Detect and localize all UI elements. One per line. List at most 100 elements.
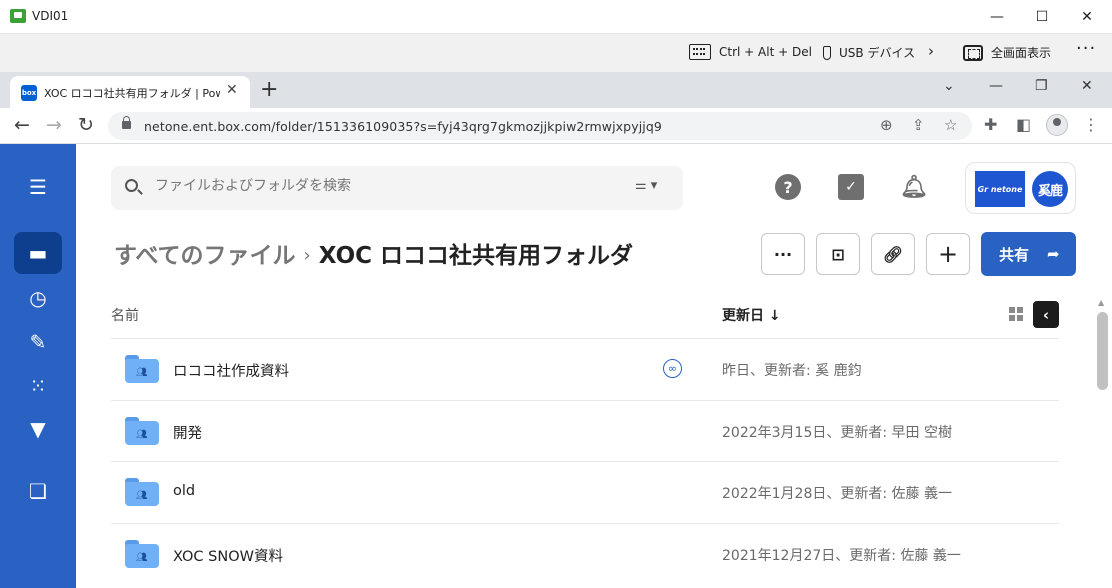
table-row[interactable]: 👥︎ 開発 2022年3月15日、更新者: 早田 空樹	[111, 400, 1059, 462]
item-name[interactable]: old	[173, 483, 195, 499]
collection-star-icon: ⊡	[831, 244, 845, 264]
tab-title: XOC ロココ社共有用フォルダ | Powe	[44, 87, 220, 100]
profile-icon[interactable]	[1046, 114, 1068, 136]
tab-search-icon[interactable]: ⌄	[943, 78, 955, 94]
trash-icon[interactable]: ▼	[14, 408, 62, 450]
search-bar[interactable]: ⚌ ▾	[111, 166, 683, 210]
item-updated: 2022年1月28日、更新者: 佐藤 義一	[722, 486, 952, 502]
more-options-icon[interactable]: ···	[1076, 38, 1096, 59]
shared-folder-icon: 👥︎	[125, 540, 159, 568]
address-bar[interactable]: netone.ent.box.com/folder/151336109035?s…	[108, 112, 972, 140]
zoom-icon[interactable]: ⊕	[880, 116, 893, 134]
sort-down-arrow-icon: ↓	[768, 308, 781, 324]
breadcrumb-all-files[interactable]: すべてのファイル	[114, 236, 295, 270]
box-favicon-icon: box	[21, 85, 37, 101]
vdi-window-title: VDI01	[32, 9, 69, 23]
vdi-app-icon	[10, 9, 26, 23]
share-page-icon[interactable]: ⇪	[912, 116, 925, 134]
share-button-label: 共有	[999, 245, 1030, 264]
side-panel-icon[interactable]: ◧	[1016, 115, 1031, 134]
item-updated: 2022年3月15日、更新者: 早田 空樹	[722, 425, 952, 441]
all-files-folder-icon[interactable]: ▬	[14, 232, 62, 274]
browser-menu-icon[interactable]: ⋮	[1083, 115, 1099, 134]
notes-icon[interactable]: ✎	[14, 321, 62, 363]
ctrl-alt-del-button[interactable]: Ctrl + Alt + Del	[689, 44, 812, 60]
column-header-updated-label: 更新日	[722, 308, 764, 324]
search-input[interactable]	[155, 178, 615, 194]
extensions-icon[interactable]: ✚	[984, 115, 997, 134]
page-title: XOC ロココ社共有用フォルダ	[318, 243, 634, 269]
search-filter-icon[interactable]: ⚌ ▾	[635, 178, 657, 193]
browser-tab-strip: box XOC ロココ社共有用フォルダ | Powe ✕ + ⌄ — ❐ ✕	[0, 72, 1112, 108]
bookmark-star-icon[interactable]: ☆	[944, 116, 957, 134]
new-button[interactable]: +	[926, 233, 970, 275]
browser-toolbar: ← → ↻ netone.ent.box.com/folder/15133610…	[0, 108, 1112, 144]
more-actions-button[interactable]: ···	[761, 233, 805, 275]
table-row[interactable]: 👥︎ old 2022年1月28日、更新者: 佐藤 義一	[111, 461, 1059, 523]
scroll-up-icon[interactable]: ▲	[1098, 298, 1104, 307]
shared-folder-icon: 👥︎	[125, 355, 159, 383]
ctrl-alt-del-label: Ctrl + Alt + Del	[719, 45, 812, 59]
shared-link-icon[interactable]: ∞	[663, 359, 682, 378]
column-header-name[interactable]: 名前	[111, 305, 139, 325]
browser-close-icon[interactable]: ✕	[1081, 78, 1093, 94]
search-icon	[125, 179, 138, 192]
close-icon[interactable]: ✕	[1064, 5, 1110, 29]
tab-close-icon[interactable]: ✕	[226, 82, 238, 98]
share-arrow-icon: ➦	[1047, 245, 1060, 263]
shared-folder-icon: 👥︎	[125, 478, 159, 506]
chevron-left-icon[interactable]: ‹	[1033, 301, 1059, 328]
forward-icon[interactable]: →	[46, 114, 62, 136]
scrollbar[interactable]: ▲	[1096, 296, 1108, 588]
item-name[interactable]: XOC SNOW資料	[173, 545, 283, 566]
box-sidebar: ☰ ▬ ◷ ✎ ⁙ ▼ ❏	[0, 144, 76, 588]
item-name[interactable]: 開発	[173, 422, 202, 443]
new-tab-icon[interactable]: +	[260, 77, 278, 102]
item-name[interactable]: ロココ社作成資料	[173, 360, 289, 381]
shared-folder-icon: 👥︎	[125, 417, 159, 445]
user-avatar[interactable]: 奚鹿	[1032, 171, 1068, 207]
vdi-toolbar: Ctrl + Alt + Del USB デバイス › 全画面表示 ···	[0, 34, 1112, 72]
fullscreen-icon	[963, 44, 983, 61]
usb-devices-button[interactable]: USB デバイス	[823, 44, 915, 61]
column-header-updated[interactable]: 更新日 ↓	[722, 305, 781, 325]
item-updated: 2021年12月27日、更新者: 佐藤 義一	[722, 548, 961, 564]
vdi-title-bar: VDI01 — ☐ ✕	[0, 0, 1112, 34]
notifications-bell-icon[interactable]: 🔔︎	[900, 174, 928, 200]
usb-icon	[823, 45, 831, 60]
back-icon[interactable]: ←	[14, 114, 30, 136]
share-button[interactable]: 共有 ➦	[981, 232, 1076, 276]
grid-view-icon[interactable]	[1009, 307, 1023, 321]
apps-grid-icon[interactable]: ⁙	[14, 365, 62, 407]
keyboard-icon	[689, 44, 711, 60]
item-updated: 昨日、更新者: 奚 鹿鈞	[722, 363, 862, 379]
scrollbar-thumb[interactable]	[1097, 312, 1108, 390]
account-menu[interactable]: Gr netone 奚鹿	[965, 162, 1076, 214]
minimize-icon[interactable]: —	[974, 5, 1020, 29]
usb-label: USB デバイス	[839, 46, 916, 60]
add-to-collection-button[interactable]: ⊡	[816, 233, 860, 275]
fullscreen-button[interactable]: 全画面表示	[963, 44, 1051, 61]
fullscreen-label: 全画面表示	[991, 46, 1052, 60]
company-logo: Gr netone	[975, 171, 1025, 207]
table-row[interactable]: 👥︎ ロココ社作成資料 ∞ 昨日、更新者: 奚 鹿鈞	[111, 338, 1059, 400]
browser-restore-icon[interactable]: ❐	[1035, 78, 1048, 94]
url-text[interactable]: netone.ent.box.com/folder/151336109035?s…	[144, 119, 662, 134]
maximize-icon[interactable]: ☐	[1019, 5, 1065, 29]
hamburger-menu-icon[interactable]: ☰	[14, 166, 62, 208]
lock-icon[interactable]	[122, 116, 131, 129]
link-icon: 🔗︎	[882, 244, 904, 264]
breadcrumb: すべてのファイル › XOC ロココ社共有用フォルダ	[114, 236, 633, 270]
browser-minimize-icon[interactable]: —	[989, 78, 1003, 94]
plus-icon: +	[937, 240, 959, 268]
table-row[interactable]: 👥︎ XOC SNOW資料 2021年12月27日、更新者: 佐藤 義一	[111, 523, 1059, 585]
recents-clock-icon[interactable]: ◷	[14, 277, 62, 319]
reload-icon[interactable]: ↻	[78, 114, 94, 136]
help-icon[interactable]: ?	[775, 174, 801, 200]
tasks-icon[interactable]: ✓	[838, 174, 864, 200]
copy-link-button[interactable]: 🔗︎	[871, 233, 915, 275]
breadcrumb-separator-icon: ›	[303, 244, 311, 266]
collections-icon[interactable]: ❏	[14, 470, 62, 512]
chevron-right-icon[interactable]: ›	[928, 42, 934, 60]
browser-tab[interactable]: box XOC ロココ社共有用フォルダ | Powe ✕	[10, 76, 250, 108]
